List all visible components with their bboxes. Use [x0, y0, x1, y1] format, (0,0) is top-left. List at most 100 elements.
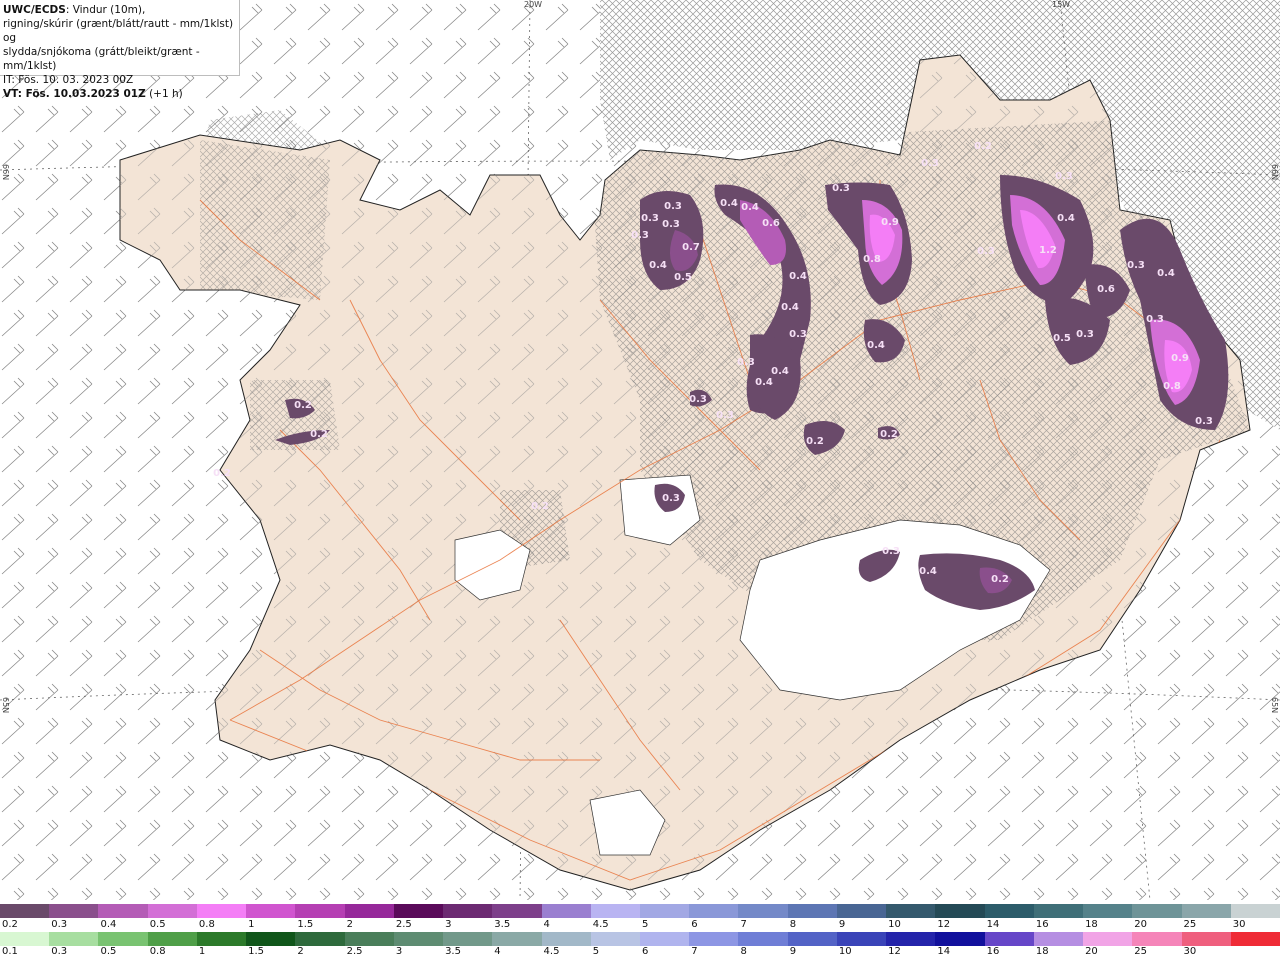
legend-swatch [295, 932, 346, 946]
precip-value-label: 0.3 [1055, 171, 1073, 182]
legend-swatch [738, 904, 789, 918]
legend-tick-label: 12 [937, 919, 951, 930]
product-description: : Vindur (10m), [65, 4, 146, 16]
legend-swatch [98, 904, 149, 918]
legend-swatch [246, 932, 296, 946]
legend-swatch [640, 904, 690, 918]
legend-swatch [443, 932, 493, 946]
legend-swatch [1132, 932, 1183, 946]
legend-swatch [246, 904, 296, 918]
precip-value-label: 0.3 [1195, 416, 1213, 427]
legend-tick-label: 1.5 [248, 946, 265, 957]
precip-value-label: 0.3 [689, 394, 707, 405]
precip-value-label: 0.4 [1157, 268, 1175, 279]
legend-swatch [1033, 904, 1084, 918]
legend-swatch [590, 904, 641, 918]
legend-swatch [836, 904, 887, 918]
legend-swatch [1132, 904, 1183, 918]
legend-swatch [49, 904, 99, 918]
latitude-label-left-66n: 66N [1, 164, 10, 181]
legend-swatch [689, 904, 739, 918]
legend-swatch [443, 904, 493, 918]
legend-tick-label: 25 [1183, 919, 1197, 930]
legend-tick-label: 0.4 [100, 919, 117, 930]
precip-value-label: 0.3 [662, 219, 680, 230]
precip-value-label: 0.3 [662, 493, 680, 504]
precip-value-label: 0.3 [789, 329, 807, 340]
precip-value-label: 0.3 [716, 410, 734, 421]
legend-tick-label: 7 [740, 919, 747, 930]
precip-value-label: 0.3 [631, 230, 649, 241]
precip-value-label: 0.3 [737, 357, 755, 368]
legend-tick-label: 16 [986, 946, 1000, 957]
precip-value-label: 0.3 [977, 246, 995, 257]
map-info-box: UWC/ECDS: Vindur (10m), rigning/skúrir (… [0, 0, 240, 100]
legend-swatch [0, 932, 50, 946]
precip-value-label: 0.3 [882, 546, 900, 557]
legend-tick-label: 12 [888, 946, 901, 957]
legend-swatch [344, 904, 395, 918]
valid-time: VT: Fös. 10.03.2023 01Z [3, 88, 146, 100]
legend-tick-label: 8 [789, 919, 797, 930]
legend-swatch [147, 932, 198, 946]
legend-swatch [886, 904, 936, 918]
legend-tick-label: 18 [1085, 919, 1098, 930]
legend-tick-label: 2.5 [346, 946, 363, 957]
legend-tick-label: 4.5 [592, 919, 609, 930]
legend-swatch [1230, 932, 1280, 946]
weather-map[interactable]: 0.20.20.20.30.30.30.30.40.70.50.40.40.60… [0, 0, 1280, 900]
longitude-label-15w: 15W [1052, 0, 1071, 9]
legend-swatch [1083, 904, 1133, 918]
legend-tick-label: 18 [1035, 946, 1049, 957]
precip-value-label: 0.2 [213, 468, 231, 479]
precip-value-label: 0.3 [921, 158, 939, 169]
legend-tick-label: 14 [986, 919, 1000, 930]
latitude-label-right-66n: 66N [1270, 164, 1279, 181]
precip-value-label: 0.2 [531, 501, 549, 512]
legend-swatch [787, 904, 838, 918]
precip-value-label: 0.2 [991, 574, 1009, 585]
legend-swatch [886, 932, 936, 946]
legend-swatch [196, 904, 247, 918]
legend-tick-label: 1 [198, 946, 206, 957]
legend-tick-label: 4.5 [543, 946, 560, 957]
legend-swatch [1083, 932, 1133, 946]
legend-tick-label: 4 [494, 946, 501, 957]
legend-tick-label: 1.5 [297, 919, 314, 930]
precip-value-label: 0.2 [294, 400, 312, 411]
legend-swatch [1230, 904, 1280, 918]
legend-tick-label: 0.3 [51, 919, 68, 930]
product-name: UWC/ECDS [3, 4, 66, 16]
precip-value-label: 0.7 [682, 242, 700, 253]
legend-swatch [640, 932, 690, 946]
legend-swatch [984, 932, 1035, 946]
legend-tick-label: 0.2 [2, 919, 18, 930]
latitude-label-right-65n: 65N [1270, 697, 1279, 714]
legend-swatch [984, 904, 1035, 918]
legend-swatch [1033, 932, 1084, 946]
precip-value-label: 0.4 [755, 377, 773, 388]
legend-swatch [147, 904, 198, 918]
legend-tick-label: 0.1 [2, 946, 18, 957]
precip-value-label: 0.4 [789, 271, 807, 282]
legend-tick-label: 14 [937, 946, 951, 957]
legend-tick-label: 9 [838, 919, 846, 930]
latitude-label-left-65n: 65N [1, 697, 10, 714]
legend-tick-label: 5 [592, 946, 600, 957]
legend-swatch [98, 932, 149, 946]
legend-tick-label: 2 [346, 919, 353, 930]
legend-swatch [492, 932, 543, 946]
legend-tick-label: 10 [888, 919, 901, 930]
snow-colorbar [0, 904, 1280, 918]
legend-tick-label: 2 [297, 946, 304, 957]
precip-value-label: 0.6 [1097, 284, 1115, 295]
precip-value-label: 0.3 [1076, 329, 1094, 340]
legend-swatch [295, 904, 346, 918]
legend-tick-label: 0.8 [198, 919, 215, 930]
precip-value-label: 0.2 [310, 429, 328, 440]
longitude-label-20w: 20W [524, 0, 543, 9]
precip-value-label: 0.2 [880, 429, 898, 440]
legend-tick-label: 30 [1232, 919, 1246, 930]
legend-swatch [49, 932, 99, 946]
legend-swatch [1181, 904, 1232, 918]
